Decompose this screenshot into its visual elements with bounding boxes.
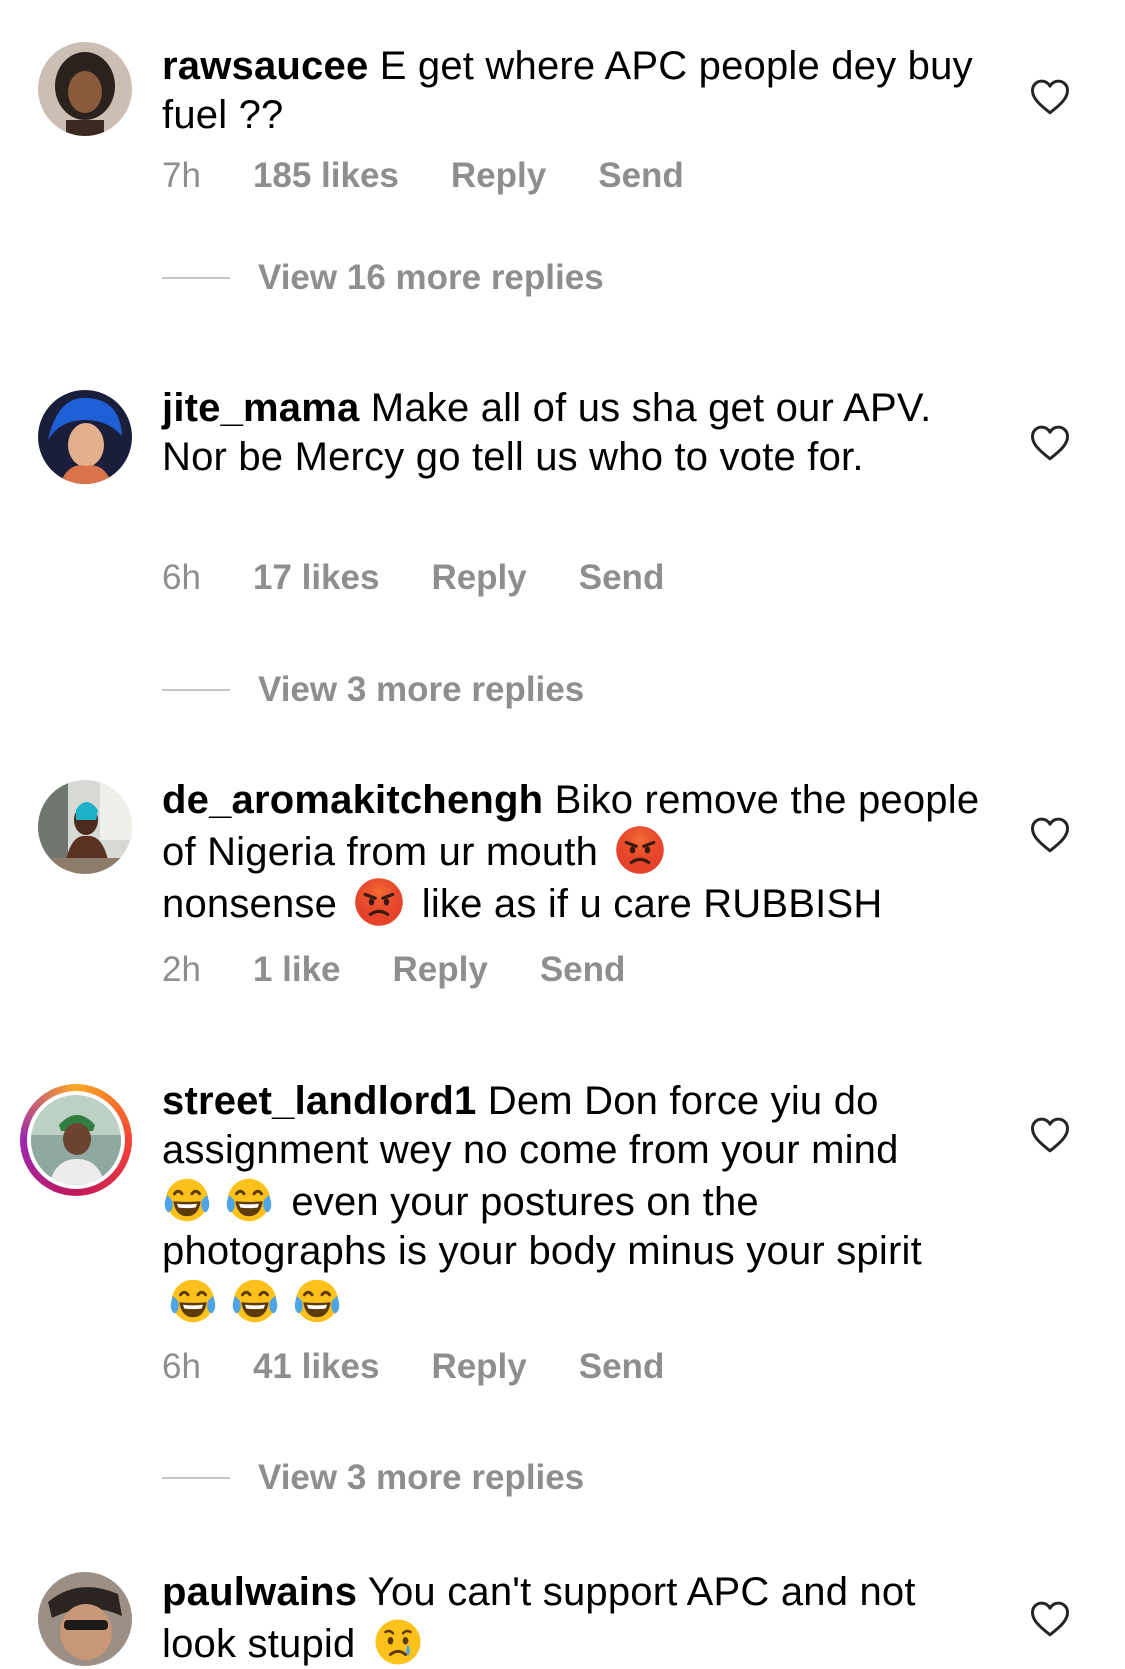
view-replies-button[interactable]: View 16 more replies (162, 258, 604, 298)
avatar-story-ring[interactable] (20, 1084, 132, 1196)
comment-meta: 6h 17 likes Reply Send (162, 558, 716, 598)
comment-time: 6h (162, 1347, 201, 1386)
likes-count[interactable]: 185 likes (253, 156, 399, 196)
comment-text: de_aromakitchengh Biko remove the people… (162, 776, 982, 929)
tears-of-joy-emoji (168, 1276, 218, 1326)
heart-outline-icon[interactable] (1030, 1116, 1070, 1154)
comment-body: even your postures on the photographs is… (162, 1180, 922, 1273)
comment-meta: 2h 1 like Reply Send (162, 950, 677, 990)
avatar-image (38, 42, 132, 136)
view-replies-label: View 16 more replies (258, 258, 604, 297)
likes-count[interactable]: 17 likes (253, 558, 380, 598)
replies-divider (162, 1477, 230, 1479)
avatar[interactable] (38, 42, 132, 136)
avatar[interactable] (38, 1572, 132, 1666)
comment-meta: 6h 41 likes Reply Send (162, 1347, 716, 1387)
view-replies-button[interactable]: View 3 more replies (162, 670, 584, 710)
comment-text: paulwains You can't support APC and not … (162, 1568, 982, 1669)
avatar-ring-gap (27, 1091, 125, 1189)
reply-button[interactable]: Reply (431, 558, 526, 598)
comment-username[interactable]: paulwains (162, 1570, 357, 1614)
likes-count[interactable]: 41 likes (253, 1347, 380, 1387)
send-button[interactable]: Send (579, 558, 665, 598)
heart-outline-icon[interactable] (1030, 816, 1070, 854)
heart-outline-icon[interactable] (1030, 1600, 1070, 1638)
comment-username[interactable]: rawsaucee (162, 44, 368, 88)
angry-face-emoji (615, 825, 665, 875)
comment-text: street_landlord1 Dem Don force yiu do as… (162, 1077, 982, 1328)
reply-button[interactable]: Reply (431, 1347, 526, 1387)
avatar (31, 1095, 121, 1185)
send-button[interactable]: Send (598, 156, 684, 196)
heart-outline-icon[interactable] (1030, 424, 1070, 462)
send-button[interactable]: Send (540, 950, 626, 990)
comment-username[interactable]: de_aromakitchengh (162, 778, 543, 822)
tears-of-joy-emoji (292, 1276, 342, 1326)
tears-of-joy-emoji (230, 1276, 280, 1326)
replies-divider (162, 277, 230, 279)
crying-face-emoji (373, 1617, 423, 1667)
likes-count[interactable]: 1 like (253, 950, 341, 990)
comment-time: 6h (162, 558, 201, 597)
avatar[interactable] (38, 780, 132, 874)
comment-body: nonsense (162, 882, 338, 926)
heart-outline-icon[interactable] (1030, 78, 1070, 116)
tears-of-joy-emoji (162, 1175, 212, 1225)
angry-face-emoji (354, 877, 404, 927)
comment-time: 2h (162, 950, 201, 989)
send-button[interactable]: Send (579, 1347, 665, 1387)
comment-body: like as if u care RUBBISH (421, 882, 883, 926)
view-replies-label: View 3 more replies (258, 1458, 585, 1497)
avatar-image (31, 1095, 121, 1185)
comment-text: rawsaucee E get where APC people dey buy… (162, 42, 982, 140)
replies-divider (162, 689, 230, 691)
avatar-image (38, 390, 132, 484)
tears-of-joy-emoji (224, 1175, 274, 1225)
comment-time: 7h (162, 156, 201, 195)
comment-username[interactable]: street_landlord1 (162, 1079, 476, 1123)
avatar[interactable] (38, 390, 132, 484)
avatar-image (38, 1572, 132, 1666)
comment-meta: 7h 185 likes Reply Send (162, 156, 736, 196)
comment-text: jite_mama Make all of us sha get our APV… (162, 384, 982, 482)
reply-button[interactable]: Reply (393, 950, 488, 990)
avatar-image (38, 780, 132, 874)
reply-button[interactable]: Reply (451, 156, 546, 196)
view-replies-button[interactable]: View 3 more replies (162, 1458, 584, 1498)
view-replies-label: View 3 more replies (258, 670, 585, 709)
comment-username[interactable]: jite_mama (162, 386, 359, 430)
